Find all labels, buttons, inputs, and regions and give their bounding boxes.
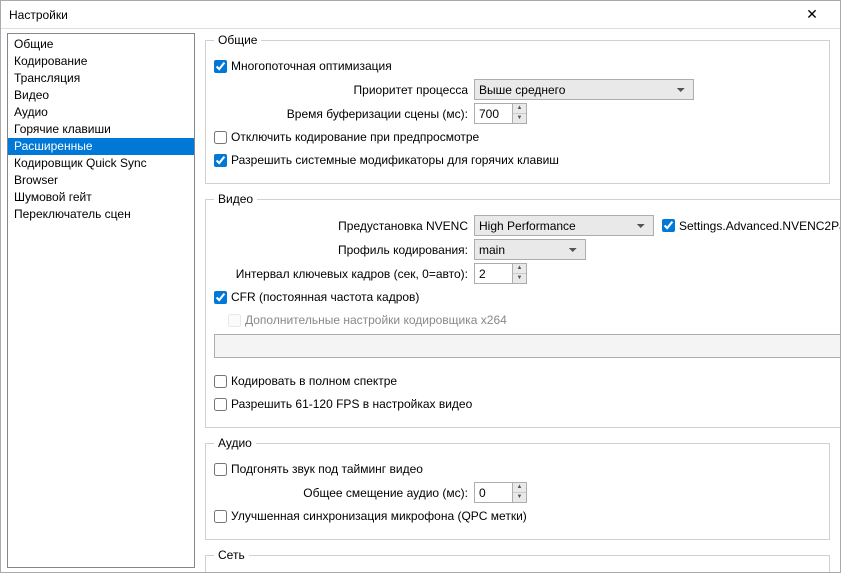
window-body: Общие Кодирование Трансляция Видео Аудио…: [1, 29, 840, 572]
allow-modifiers-checkbox[interactable]: Разрешить системные модификаторы для гор…: [214, 153, 559, 167]
sidebar-item-general[interactable]: Общие: [8, 36, 194, 53]
group-general: Общие Многопоточная оптимизация Приорите…: [205, 33, 830, 184]
sidebar-item-noise-gate[interactable]: Шумовой гейт: [8, 189, 194, 206]
buffer-input[interactable]: [474, 103, 512, 124]
nvenc-preset-label: Предустановка NVENC: [214, 219, 474, 233]
audio-offset-spin-buttons[interactable]: ▲▼: [512, 482, 527, 503]
sidebar-item-audio[interactable]: Аудио: [8, 104, 194, 121]
main-panel: Общие Многопоточная оптимизация Приорите…: [195, 29, 840, 572]
spin-up-icon[interactable]: ▲: [513, 104, 526, 114]
buffer-spinner[interactable]: ▲▼: [474, 103, 527, 124]
priority-label: Приоритет процесса: [214, 83, 474, 97]
multithreaded-checkbox[interactable]: Многопоточная оптимизация: [214, 59, 392, 73]
sync-to-video-label: Подгонять звук под тайминг видео: [231, 462, 423, 476]
sidebar-item-browser[interactable]: Browser: [8, 172, 194, 189]
allow-61-120-checkbox[interactable]: Разрешить 61-120 FPS в настройках видео: [214, 397, 472, 411]
disable-preview-encoding-checkbox[interactable]: Отключить кодирование при предпросмотре: [214, 130, 479, 144]
group-network: Сеть Автоматический режим низкой задержк…: [205, 548, 830, 572]
spin-down-icon[interactable]: ▼: [513, 493, 526, 502]
group-network-legend: Сеть: [214, 548, 249, 562]
mic-sync-checkbox[interactable]: Улучшенная синхронизация микрофона (QPC …: [214, 509, 527, 523]
sidebar-item-quicksync[interactable]: Кодировщик Quick Sync: [8, 155, 194, 172]
profile-label: Профиль кодирования:: [214, 243, 474, 257]
nvenc2pass-label: Settings.Advanced.NVENC2Pass: [679, 219, 840, 233]
keyframe-spinner[interactable]: ▲▼: [474, 263, 527, 284]
mic-sync-label: Улучшенная синхронизация микрофона (QPC …: [231, 509, 527, 523]
sidebar-item-encoding[interactable]: Кодирование: [8, 53, 194, 70]
audio-offset-input[interactable]: [474, 482, 512, 503]
allow-61-120-label: Разрешить 61-120 FPS в настройках видео: [231, 397, 472, 411]
cfr-checkbox[interactable]: CFR (постоянная частота кадров): [214, 290, 419, 304]
settings-window: Настройки ✕ Общие Кодирование Трансляция…: [0, 0, 841, 573]
disable-preview-encoding-label: Отключить кодирование при предпросмотре: [231, 130, 479, 144]
spin-down-icon[interactable]: ▼: [513, 114, 526, 123]
window-title: Настройки: [9, 8, 792, 22]
keyframe-label: Интервал ключевых кадров (сек, 0=авто):: [214, 267, 474, 281]
keyframe-input[interactable]: [474, 263, 512, 284]
multithreaded-label: Многопоточная оптимизация: [231, 59, 392, 73]
x264-extra-checkbox: Дополнительные настройки кодировщика x26…: [228, 313, 507, 327]
nvenc-preset-select[interactable]: High Performance: [474, 215, 654, 236]
x264-extra-label: Дополнительные настройки кодировщика x26…: [245, 313, 507, 327]
full-range-label: Кодировать в полном спектре: [231, 374, 397, 388]
sidebar-item-scene-switcher[interactable]: Переключатель сцен: [8, 206, 194, 223]
sidebar-item-broadcast[interactable]: Трансляция: [8, 70, 194, 87]
audio-offset-label: Общее смещение аудио (мс):: [214, 486, 474, 500]
nvenc2pass-checkbox[interactable]: Settings.Advanced.NVENC2Pass: [662, 219, 840, 233]
group-video-legend: Видео: [214, 192, 257, 206]
sidebar: Общие Кодирование Трансляция Видео Аудио…: [7, 33, 195, 568]
group-audio-legend: Аудио: [214, 436, 256, 450]
spin-up-icon[interactable]: ▲: [513, 264, 526, 274]
titlebar: Настройки ✕: [1, 1, 840, 29]
group-audio: Аудио Подгонять звук под тайминг видео О…: [205, 436, 830, 540]
sidebar-item-video[interactable]: Видео: [8, 87, 194, 104]
profile-select[interactable]: main: [474, 239, 586, 260]
cfr-label: CFR (постоянная частота кадров): [231, 290, 419, 304]
spin-down-icon[interactable]: ▼: [513, 274, 526, 283]
sidebar-item-hotkeys[interactable]: Горячие клавиши: [8, 121, 194, 138]
spin-up-icon[interactable]: ▲: [513, 483, 526, 493]
group-general-legend: Общие: [214, 33, 261, 47]
group-video: Видео Предустановка NVENC High Performan…: [205, 192, 840, 428]
buffer-spin-buttons[interactable]: ▲▼: [512, 103, 527, 124]
full-range-checkbox[interactable]: Кодировать в полном спектре: [214, 374, 397, 388]
x264-extra-input: [214, 334, 840, 358]
priority-select[interactable]: Выше среднего: [474, 79, 694, 100]
sync-to-video-checkbox[interactable]: Подгонять звук под тайминг видео: [214, 462, 423, 476]
buffer-label: Время буферизации сцены (мс):: [214, 107, 474, 121]
allow-modifiers-label: Разрешить системные модификаторы для гор…: [231, 153, 559, 167]
keyframe-spin-buttons[interactable]: ▲▼: [512, 263, 527, 284]
audio-offset-spinner[interactable]: ▲▼: [474, 482, 527, 503]
close-icon[interactable]: ✕: [792, 1, 832, 28]
sidebar-item-advanced[interactable]: Расширенные: [8, 138, 194, 155]
